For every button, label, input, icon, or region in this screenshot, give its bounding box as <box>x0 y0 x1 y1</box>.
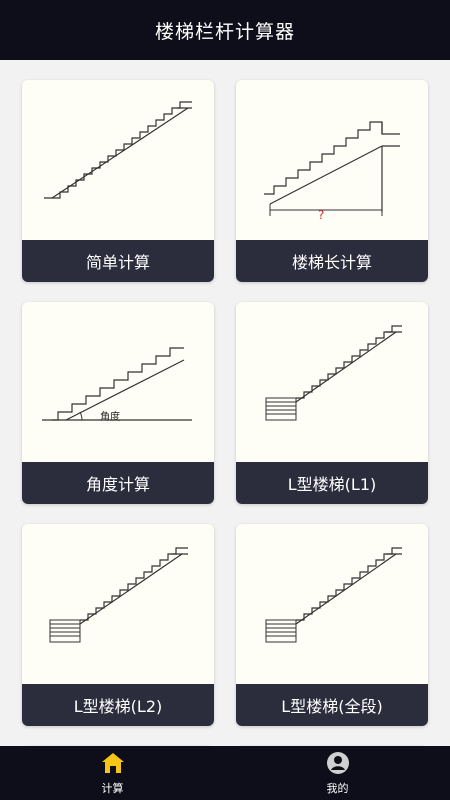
tab-mine-label: 我的 <box>326 782 349 795</box>
full-stair-illustration <box>236 524 428 684</box>
card-l-stair-l1[interactable]: L型楼梯(L1) <box>236 302 428 504</box>
card-label: 角度计算 <box>22 462 214 504</box>
home-icon <box>100 750 126 776</box>
card-simple-calc[interactable]: 简单计算 <box>22 80 214 282</box>
angle-stair-illustration: 角度 <box>22 302 214 462</box>
tab-calc[interactable]: 计算 <box>0 746 225 800</box>
l2-stair-illustration <box>22 524 214 684</box>
tab-mine[interactable]: 我的 <box>225 746 450 800</box>
simple-stair-illustration <box>22 80 214 240</box>
user-icon <box>325 750 351 776</box>
card-angle-calc[interactable]: 角度 角度计算 <box>22 302 214 504</box>
unknown-length-mark: ? <box>318 208 325 222</box>
l1-stair-illustration <box>236 302 428 462</box>
bottom-tab-bar: 计算 我的 <box>0 746 450 800</box>
card-list[interactable]: 简单计算 ? 楼梯长计算 角度 角度计算 L型楼梯(L1) L型楼梯(L2) L… <box>0 60 450 746</box>
app-header: 楼梯栏杆计算器 <box>0 0 450 60</box>
card-label: L型楼梯(L1) <box>236 462 428 504</box>
card-l-stair-full[interactable]: L型楼梯(全段) <box>236 524 428 726</box>
card-label: 简单计算 <box>22 240 214 282</box>
card-label: L型楼梯(L2) <box>22 684 214 726</box>
card-label: L型楼梯(全段) <box>236 684 428 726</box>
angle-mark: 角度 <box>100 412 120 423</box>
page-title: 楼梯栏杆计算器 <box>154 20 295 43</box>
card-label: 楼梯长计算 <box>236 240 428 282</box>
stair-length-illustration: ? <box>236 80 428 240</box>
card-l-stair-l2[interactable]: L型楼梯(L2) <box>22 524 214 726</box>
card-stair-length-calc[interactable]: ? 楼梯长计算 <box>236 80 428 282</box>
tab-calc-label: 计算 <box>101 782 124 795</box>
